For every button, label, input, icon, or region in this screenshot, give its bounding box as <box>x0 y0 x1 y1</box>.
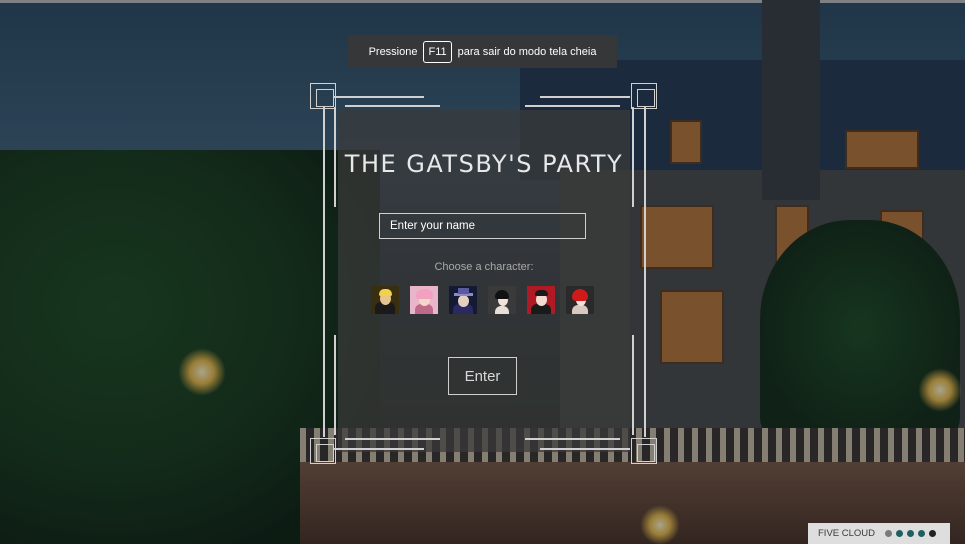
brand-dot <box>907 530 915 537</box>
brand-dot <box>885 530 893 537</box>
frame-line <box>644 107 646 437</box>
choose-character-label: Choose a character: <box>434 261 534 273</box>
frame-line <box>334 448 424 450</box>
frame-line <box>525 105 620 107</box>
frame-line <box>334 96 424 98</box>
red-background-man-character[interactable] <box>527 286 555 314</box>
frame-corner <box>316 89 334 107</box>
brand-dots <box>885 530 937 537</box>
brand-dot <box>918 530 926 537</box>
hat-man-character[interactable] <box>449 286 477 314</box>
frame-line <box>540 96 630 98</box>
name-input[interactable] <box>379 213 586 239</box>
five-cloud-badge: FIVE CLOUD <box>808 523 950 544</box>
dark-hair-woman-character[interactable] <box>488 286 516 314</box>
frame-line <box>334 335 336 435</box>
game-title: THE GATSBY'S PARTY <box>344 150 624 178</box>
frame-corner <box>637 89 655 107</box>
game-screen: Pressione F11 para sair do modo tela che… <box>0 0 965 544</box>
character-selector <box>371 286 594 314</box>
frame-line <box>345 438 440 440</box>
brand-label: FIVE CLOUD <box>818 528 876 539</box>
brand-dot <box>896 530 904 537</box>
pink-hair-woman-character[interactable] <box>410 286 438 314</box>
f11-key-badge: F11 <box>423 40 452 63</box>
frame-line <box>632 335 634 435</box>
frame-line <box>345 105 440 107</box>
frame-corner <box>637 444 655 462</box>
red-hair-woman-character[interactable] <box>566 286 594 314</box>
fullscreen-notice-suffix: para sair do modo tela cheia <box>457 45 597 58</box>
frame-corner <box>316 444 334 462</box>
frame-line <box>334 107 336 207</box>
enter-button[interactable]: Enter <box>448 357 517 395</box>
blonde-man-character[interactable] <box>371 286 399 314</box>
frame-line <box>525 438 620 440</box>
frame-line <box>323 107 325 437</box>
fullscreen-notice-prefix: Pressione <box>368 45 418 58</box>
fullscreen-notice: Pressione F11 para sair do modo tela che… <box>348 35 617 68</box>
brand-dot <box>929 530 937 537</box>
frame-line <box>540 448 630 450</box>
frame-line <box>632 107 634 207</box>
